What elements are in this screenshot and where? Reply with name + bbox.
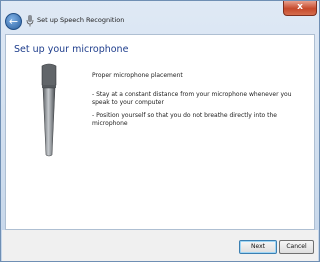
- back-arrow-icon[interactable]: ←: [5, 13, 22, 30]
- page-heading: Set up your microphone: [14, 44, 129, 55]
- microphone-small-icon: [26, 15, 34, 27]
- window-title: Set up Speech Recognition: [37, 16, 125, 24]
- close-button[interactable]: x: [283, 1, 317, 16]
- placement-tip-breathing: - Position yourself so that you do not b…: [92, 112, 277, 127]
- cancel-button[interactable]: Cancel: [279, 240, 314, 254]
- placement-section-title: Proper microphone placement: [92, 72, 183, 79]
- speech-recognition-wizard-window: ← Set up Speech Recognition x Set up you…: [0, 0, 320, 262]
- wizard-content-panel: Set up your microphone Proper microphone…: [5, 34, 315, 230]
- placement-tip-distance: - Stay at a constant distance from your …: [92, 91, 292, 106]
- next-button[interactable]: Next: [239, 240, 277, 254]
- handheld-microphone-illustration: [41, 63, 57, 157]
